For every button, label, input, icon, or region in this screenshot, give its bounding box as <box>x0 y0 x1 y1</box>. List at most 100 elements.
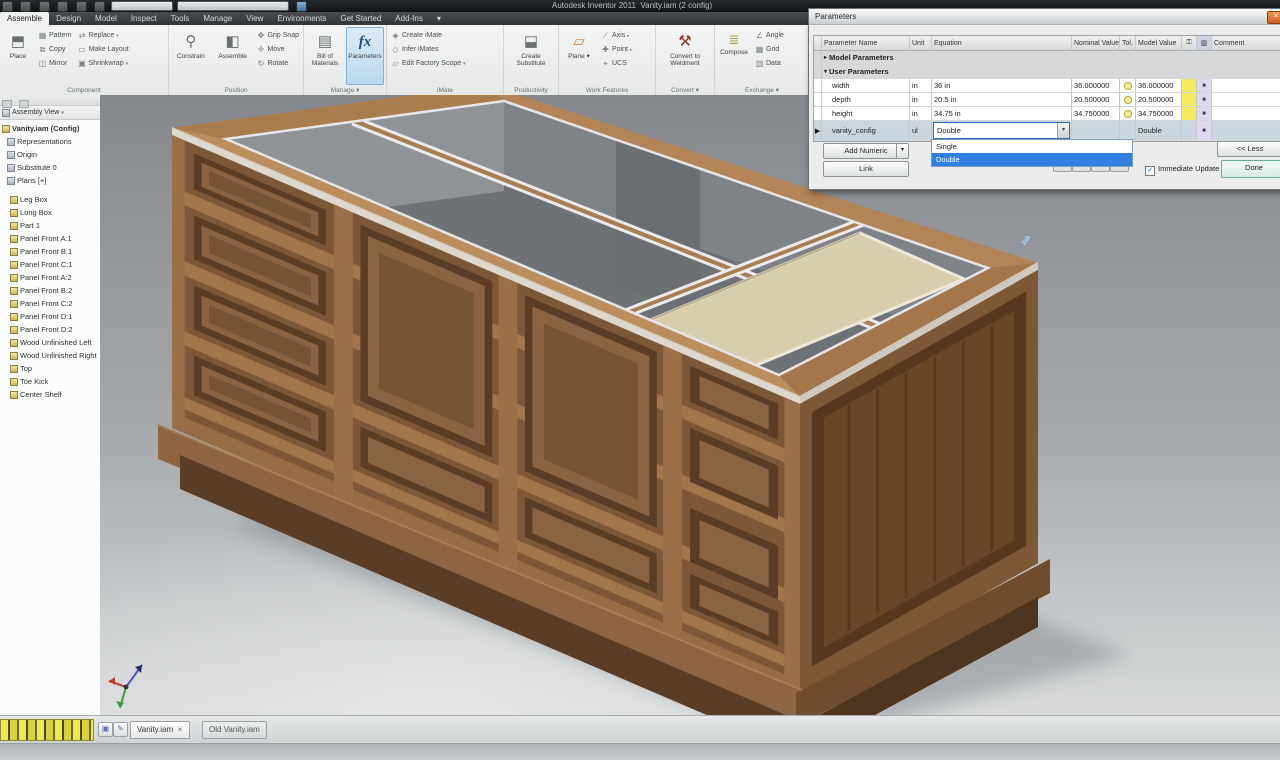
make-layout-button[interactable]: ▭Make Layout <box>76 43 131 56</box>
browser-options-icon[interactable] <box>19 100 29 108</box>
parameters-button[interactable]: fxParameters <box>346 27 384 85</box>
panel-label-convert[interactable]: Convert ▾ <box>656 86 714 94</box>
key-cell[interactable] <box>1182 107 1197 121</box>
bill-of-materials-button[interactable]: ▤Bill of Materials <box>306 27 344 85</box>
tab-close-icon[interactable]: ✕ <box>177 727 183 734</box>
axis-button[interactable]: ∕Axis▸ <box>599 29 634 42</box>
key-cell[interactable] <box>1182 79 1197 93</box>
add-numeric-dropdown-icon[interactable]: ▾ <box>896 144 908 158</box>
redo-icon[interactable] <box>94 1 105 12</box>
col-nominal-value[interactable]: Nominal Value <box>1072 36 1120 51</box>
tree-item[interactable]: Leg Box <box>0 193 100 206</box>
convert-to-weldment-button[interactable]: ⚒Convert to Weldment <box>658 27 712 85</box>
undo-icon[interactable] <box>76 1 87 12</box>
data-button[interactable]: ▥Data <box>753 57 786 70</box>
dropdown-option-double[interactable]: Double <box>932 153 1132 166</box>
link-button[interactable]: Link <box>823 161 909 177</box>
rotate-button[interactable]: ↻Rotate <box>254 57 301 70</box>
panel-label-productivity[interactable]: Productivity <box>504 87 558 94</box>
col-equation[interactable]: Equation <box>932 36 1072 51</box>
tolerance-icon[interactable] <box>1120 79 1136 93</box>
col-key-icon[interactable]: ⚿ <box>1182 36 1197 51</box>
add-numeric-button[interactable]: Add Numeric▾ <box>823 143 909 159</box>
col-export-icon[interactable]: ▥ <box>1197 36 1212 51</box>
equation-value-combo[interactable]: Double ▾ <box>933 122 1070 139</box>
tree-item[interactable]: Origin <box>0 148 100 161</box>
dialog-close-button[interactable]: ✕ <box>1267 11 1280 24</box>
move-button[interactable]: ✛Move <box>254 43 301 56</box>
col-parameter-name[interactable]: Parameter Name <box>822 36 910 51</box>
parameter-row-width[interactable]: width in 36 in 36.000000 36.000000 ■ <box>814 79 1280 93</box>
tree-item[interactable]: Panel Front D:1 <box>0 310 100 323</box>
doc-tab-old-vanity[interactable]: Old Vanity.iam <box>202 721 267 739</box>
tab-view[interactable]: View <box>239 12 270 25</box>
place-button[interactable]: ⬒Place <box>2 27 34 85</box>
key-cell[interactable] <box>1182 121 1197 141</box>
inventor-logo-icon[interactable] <box>2 1 13 12</box>
tab-get-started[interactable]: Get Started <box>333 12 388 25</box>
create-imate-button[interactable]: ◈Create iMate <box>389 29 468 42</box>
parameter-row-vanity-config[interactable]: ▶ vanity_config ul Double ▾ Double ■ <box>814 121 1280 141</box>
tolerance-icon[interactable] <box>1120 93 1136 107</box>
grip-snap-button[interactable]: ✥Grip Snap <box>254 29 301 42</box>
tree-item[interactable]: Top <box>0 362 100 375</box>
tree-item[interactable]: Panel Front B:2 <box>0 284 100 297</box>
replace-button[interactable]: ⇄Replace▾ <box>76 29 131 42</box>
tree-item[interactable]: Long Box <box>0 206 100 219</box>
col-model-value[interactable]: Model Value <box>1136 36 1182 51</box>
parameter-row-depth[interactable]: depth in 20.5 in 20.500000 20.500000 ■ <box>814 93 1280 107</box>
tree-item[interactable]: Representations <box>0 135 100 148</box>
tab-design[interactable]: Design <box>49 12 88 25</box>
tree-item[interactable]: Panel Front C:1 <box>0 258 100 271</box>
qat-select-dropdown[interactable] <box>111 1 173 11</box>
panel-label-imate[interactable]: iMate <box>387 87 503 94</box>
tree-item[interactable]: Substitute 0 <box>0 161 100 174</box>
tab-model[interactable]: Model <box>88 12 124 25</box>
tree-item[interactable]: Panel Front B:1 <box>0 245 100 258</box>
grid-button[interactable]: ▦Grid <box>753 43 786 56</box>
tab-environments[interactable]: Environments <box>270 12 333 25</box>
col-tolerance[interactable]: Tol. <box>1120 36 1136 51</box>
qat-material-dropdown[interactable] <box>177 1 289 11</box>
shrinkwrap-button[interactable]: ▣Shrinkwrap▾ <box>76 57 131 70</box>
browser-filter-icon[interactable] <box>2 100 12 108</box>
dropdown-option-single[interactable]: Single <box>932 140 1132 153</box>
panel-label-position[interactable]: Position <box>169 87 303 94</box>
equation-cell[interactable]: 20.5 in <box>932 93 1072 107</box>
mirror-button[interactable]: ◫Mirror <box>36 57 74 70</box>
plane-button[interactable]: ▱Plane ▾ <box>561 27 597 85</box>
assembly-view-selector[interactable]: Assembly View▾ <box>0 106 100 120</box>
ucs-button[interactable]: ⌖UCS <box>599 57 634 70</box>
tab-inspect[interactable]: Inspect <box>124 12 164 25</box>
tree-item[interactable]: Panel Front C:2 <box>0 297 100 310</box>
return-icon[interactable]: ▣ <box>98 722 113 737</box>
tree-item-root[interactable]: Vanity.iam (Config) <box>0 122 100 135</box>
save-icon[interactable] <box>57 1 68 12</box>
col-comment[interactable]: Comment <box>1212 36 1280 51</box>
export-checkbox[interactable]: ■ <box>1197 79 1212 93</box>
tab-add-ins[interactable]: Add-Ins <box>388 12 430 25</box>
infer-imates-button[interactable]: ◇Infer iMates <box>389 43 468 56</box>
new-file-icon[interactable] <box>20 1 31 12</box>
compose-button[interactable]: ≣Compose <box>717 27 751 79</box>
equation-cell[interactable]: 36 in <box>932 79 1072 93</box>
col-unit[interactable]: Unit <box>910 36 932 51</box>
group-row-model-parameters[interactable]: ▸Model Parameters <box>814 51 1280 65</box>
export-checkbox[interactable]: ■ <box>1197 121 1212 141</box>
panel-label-component[interactable]: Component <box>0 87 168 94</box>
export-checkbox[interactable]: ■ <box>1197 107 1212 121</box>
parameter-row-height[interactable]: height in 34.75 in 34.750000 34.750000 ■ <box>814 107 1280 121</box>
angle-button[interactable]: ∠Angle <box>753 29 786 42</box>
tree-item[interactable]: Part 1 <box>0 219 100 232</box>
tree-item[interactable]: Toe Kick <box>0 375 100 388</box>
pattern-button[interactable]: ▦Pattern <box>36 29 74 42</box>
tree-item[interactable]: Panel Front A:2 <box>0 271 100 284</box>
tab-assemble[interactable]: Assemble <box>0 12 49 25</box>
sketch-icon[interactable]: ✎ <box>113 722 128 737</box>
panel-label-exchange[interactable]: Exchange ▾ <box>715 86 809 94</box>
copy-button[interactable]: ⧉Copy <box>36 43 74 56</box>
tree-item[interactable]: Wood Unfinished Right <box>0 349 100 362</box>
tree-item[interactable]: Plans [+] <box>0 174 100 187</box>
create-substitute-button[interactable]: ⬓Create Substitute <box>506 27 556 85</box>
parameters-dialog-titlebar[interactable]: Parameters <box>809 9 1280 25</box>
